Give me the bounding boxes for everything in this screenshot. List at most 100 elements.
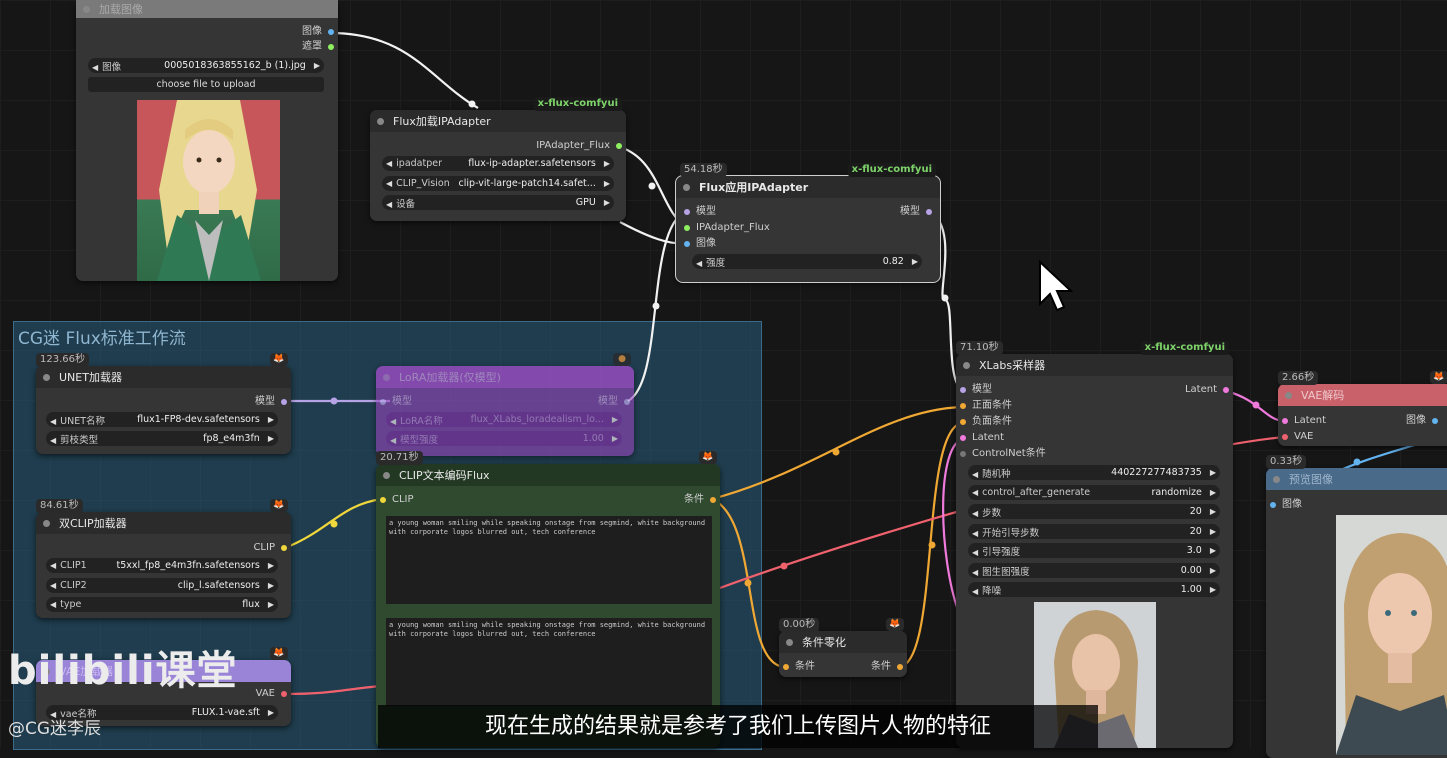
device-widget[interactable]: 设备GPU	[382, 195, 614, 210]
collapse-dot-icon[interactable]	[683, 183, 690, 191]
port-dot-icon[interactable]	[328, 44, 334, 50]
output-latent[interactable]: Latent	[1185, 383, 1229, 397]
port-dot-icon[interactable]	[783, 664, 789, 670]
collapse-dot-icon[interactable]	[43, 519, 50, 527]
lora-strength-widget[interactable]: 模型强度1.00	[386, 431, 622, 446]
steps-widget[interactable]: 步数20	[968, 504, 1220, 519]
collapse-dot-icon[interactable]	[83, 5, 90, 13]
image-to-image-strength-widget[interactable]: 图生图强度0.00	[968, 563, 1220, 578]
input-model[interactable]: 模型	[684, 205, 716, 219]
input-conditioning[interactable]: 条件	[783, 660, 815, 674]
preview-image-node[interactable]: 0.33秒 预览图像 图像	[1266, 455, 1447, 758]
strength-widget[interactable]: 强度0.82	[692, 254, 922, 269]
unet-loader-node[interactable]: 123.66秒 🦊 UNET加载器 模型 UNET名称flux1-FP8-dev…	[36, 353, 291, 454]
input-model[interactable]: 模型	[380, 395, 412, 409]
output-model[interactable]: 模型	[900, 205, 932, 219]
t5xxl-textarea[interactable]: a young woman smiling while speaking ons…	[386, 618, 712, 706]
node-header[interactable]: UNET加载器	[36, 366, 291, 388]
port-dot-icon[interactable]	[281, 545, 287, 551]
port-dot-icon[interactable]	[328, 29, 334, 35]
input-negative[interactable]: 负面条件	[960, 415, 1012, 429]
port-dot-icon[interactable]	[1270, 502, 1276, 508]
input-latent[interactable]: Latent	[960, 431, 1004, 445]
port-dot-icon[interactable]	[380, 497, 386, 503]
load-image-node[interactable]: 加载图像 图像 遮罩 图像0005018363855162_b (1).jpg …	[76, 0, 338, 281]
node-header[interactable]: 预览图像	[1266, 468, 1447, 490]
collapse-dot-icon[interactable]	[383, 373, 390, 381]
node-header[interactable]: Flux应用IPAdapter	[676, 176, 940, 198]
weight-dtype-widget[interactable]: 剪枝类型fp8_e4m3fn	[46, 431, 278, 446]
clip1-widget[interactable]: CLIP1t5xxl_fp8_e4m3fn.safetensors	[46, 558, 278, 573]
port-dot-icon[interactable]	[616, 143, 622, 149]
port-dot-icon[interactable]	[684, 225, 690, 231]
image-select-widget[interactable]: 图像0005018363855162_b (1).jpg	[88, 58, 324, 73]
denoise-widget[interactable]: 降噪1.00	[968, 582, 1220, 597]
node-header[interactable]: 条件零化	[779, 631, 907, 653]
collapse-dot-icon[interactable]	[1273, 475, 1280, 483]
port-dot-icon[interactable]	[960, 419, 966, 425]
output-model[interactable]: 模型	[598, 395, 630, 409]
input-positive[interactable]: 正面条件	[960, 399, 1012, 413]
output-mask[interactable]: 遮罩	[302, 40, 334, 54]
lora-name-widget[interactable]: LoRA名称flux_XLabs_loradealism_lo...	[386, 412, 622, 427]
port-dot-icon[interactable]	[897, 664, 903, 670]
clip-vision-widget[interactable]: CLIP_Visionclip-vit-large-patch14.safet.…	[382, 176, 614, 191]
clip-type-widget[interactable]: typeflux	[46, 597, 278, 612]
input-clip[interactable]: CLIP	[380, 493, 414, 507]
seed-widget[interactable]: 随机种440227277483735	[968, 465, 1220, 480]
port-dot-icon[interactable]	[1432, 418, 1438, 424]
load-image-header[interactable]: 加载图像	[76, 0, 338, 18]
port-dot-icon[interactable]	[960, 435, 966, 441]
clip2-widget[interactable]: CLIP2clip_l.safetensors	[46, 578, 278, 593]
vae-decode-node[interactable]: 2.66秒 🦊 VAE解码 Latent VAE 图像	[1278, 371, 1447, 446]
collapse-dot-icon[interactable]	[786, 638, 793, 646]
output-conditioning[interactable]: 条件	[684, 493, 716, 507]
xlabs-sampler-node[interactable]: 71.10秒 x-flux-comfyui XLabs采样器 模型 正面条件 负…	[956, 341, 1233, 748]
output-ipadapter[interactable]: IPAdapter_Flux	[536, 139, 622, 153]
node-header[interactable]: LoRA加载器(仅模型)	[376, 366, 634, 388]
output-image[interactable]: 图像	[1406, 414, 1438, 428]
port-dot-icon[interactable]	[926, 209, 932, 215]
input-ipadapter[interactable]: IPAdapter_Flux	[684, 221, 770, 235]
upload-button[interactable]: choose file to upload	[88, 77, 324, 92]
output-image[interactable]: 图像	[302, 25, 334, 39]
port-dot-icon[interactable]	[281, 691, 287, 697]
input-controlnet[interactable]: ControlNet条件	[960, 447, 1046, 461]
input-image[interactable]: 图像	[1270, 498, 1302, 512]
node-header[interactable]: 双CLIP加载器	[36, 512, 291, 534]
unet-name-widget[interactable]: UNET名称flux1-FP8-dev.safetensors	[46, 412, 278, 427]
ipadapter-apply-node[interactable]: 54.18秒 x-flux-comfyui Flux应用IPAdapter 模型…	[675, 163, 941, 283]
port-dot-icon[interactable]	[960, 403, 966, 409]
input-image[interactable]: 图像	[684, 237, 716, 251]
timestep-to-start-widget[interactable]: 开始引导步数20	[968, 524, 1220, 539]
collapse-dot-icon[interactable]	[1285, 391, 1292, 399]
lora-loader-node[interactable]: ● LoRA加载器(仅模型) 模型 模型 LoRA名称flux_XLabs_lo…	[376, 353, 634, 456]
node-header[interactable]: XLabs采样器	[956, 354, 1233, 376]
collapse-dot-icon[interactable]	[963, 361, 970, 369]
collapse-dot-icon[interactable]	[377, 117, 384, 125]
port-dot-icon[interactable]	[684, 241, 690, 247]
port-dot-icon[interactable]	[1223, 387, 1229, 393]
port-dot-icon[interactable]	[684, 209, 690, 215]
output-model[interactable]: 模型	[255, 395, 287, 409]
output-clip[interactable]: CLIP	[253, 541, 287, 555]
dual-clip-loader-node[interactable]: 84.61秒 🦊 双CLIP加载器 CLIP CLIP1t5xxl_fp8_e4…	[36, 499, 291, 618]
input-latent[interactable]: Latent	[1282, 414, 1326, 428]
port-dot-icon[interactable]	[1282, 418, 1288, 424]
port-dot-icon[interactable]	[960, 451, 966, 457]
port-dot-icon[interactable]	[710, 497, 716, 503]
ipadapter-widget[interactable]: ipadatperflux-ip-adapter.safetensors	[382, 156, 614, 171]
ipadapter-loader-node[interactable]: x-flux-comfyui Flux加载IPAdapter IPAdapter…	[370, 97, 626, 221]
node-header[interactable]: Flux加载IPAdapter	[370, 110, 626, 132]
input-model[interactable]: 模型	[960, 383, 992, 397]
collapse-dot-icon[interactable]	[383, 471, 390, 479]
collapse-dot-icon[interactable]	[43, 373, 50, 381]
port-dot-icon[interactable]	[624, 399, 630, 405]
port-dot-icon[interactable]	[380, 399, 386, 405]
clip-l-textarea[interactable]: a young woman smiling while speaking ons…	[386, 516, 712, 604]
port-dot-icon[interactable]	[1282, 434, 1288, 440]
true-gs-widget[interactable]: 引导强度3.0	[968, 543, 1220, 558]
node-header[interactable]: VAE解码	[1278, 384, 1447, 406]
output-conditioning[interactable]: 条件	[871, 660, 903, 674]
port-dot-icon[interactable]	[281, 399, 287, 405]
